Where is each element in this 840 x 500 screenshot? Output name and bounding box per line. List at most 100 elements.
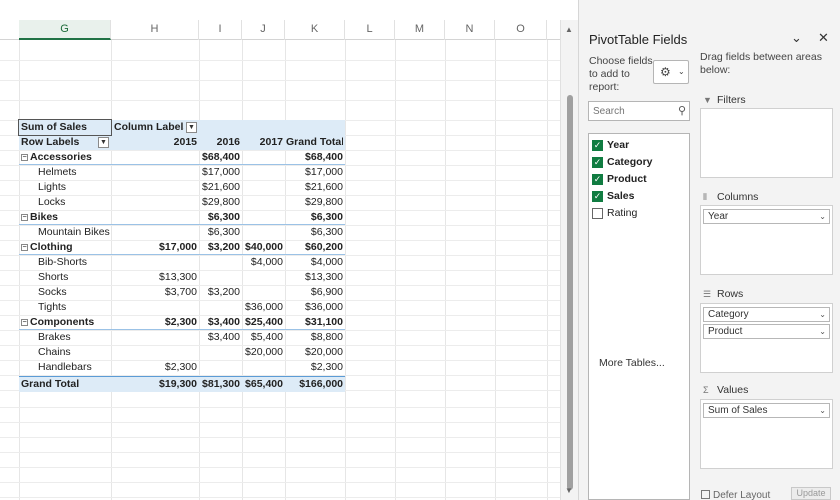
row-labels-filter-dropdown[interactable]: ▼ [98, 137, 109, 148]
value-2016 [200, 300, 240, 315]
sigma-icon: Σ [703, 385, 709, 395]
value-2015: $2,300 [164, 361, 197, 373]
unchecked-checkbox[interactable] [592, 208, 603, 219]
chevron-down-icon[interactable]: ⌄ [819, 210, 826, 223]
value-2015 [130, 165, 197, 180]
field-item-product[interactable]: ✓ Product [592, 172, 687, 187]
value-2017: $40,000 [245, 241, 283, 253]
pivot-product-row-label[interactable]: Handlebars [38, 360, 138, 375]
pivot-category-row-label[interactable]: − Bikes [21, 210, 121, 225]
chevron-down-icon[interactable]: ⌄ [819, 404, 826, 417]
column-header-row: G H I J K L M N O [0, 20, 560, 40]
value-2017: $4,000 [250, 256, 283, 268]
pivot-product-row-label[interactable]: Chains [38, 345, 138, 360]
more-tables-link[interactable]: More Tables... [599, 357, 665, 369]
pane-options-chevron-icon[interactable]: ⌄ [791, 30, 802, 46]
collapse-icon[interactable]: − [21, 244, 28, 251]
chevron-down-icon[interactable]: ⌄ [819, 325, 826, 338]
value-2016: $17,000 [202, 166, 240, 178]
value-grand-total: $2,300 [310, 361, 343, 373]
filters-drop-area[interactable] [700, 108, 833, 178]
close-icon[interactable]: ✕ [818, 30, 829, 46]
value-2017: $36,000 [245, 301, 283, 313]
pivot-values-field-label[interactable]: Sum of Sales [21, 120, 109, 135]
value-2017 [243, 210, 283, 225]
value-2015: $13,300 [159, 271, 197, 283]
pivot-product-row-label[interactable]: Shorts [38, 270, 138, 285]
pivot-category-row-label[interactable]: − Accessories [21, 150, 121, 165]
collapse-icon[interactable]: − [21, 154, 28, 161]
rows-item-product[interactable]: Product ⌄ [703, 324, 830, 339]
worksheet[interactable]: G H I J K L M N O Sum of Sales Column La… [0, 0, 560, 500]
column-header-g[interactable]: G [19, 20, 111, 40]
rows-drop-area[interactable]: Category ⌄ Product ⌄ [700, 303, 833, 373]
pivot-product-row-label[interactable]: Locks [38, 195, 138, 210]
pivot-category-row-label[interactable]: − Components [21, 315, 121, 330]
value-grand-total: $17,000 [305, 166, 343, 178]
pane-title: PivotTable Fields [589, 32, 688, 47]
value-2017 [243, 285, 283, 300]
grand-total-2016: $81,300 [202, 378, 240, 390]
field-label: Rating [607, 207, 638, 219]
formula-area-strip [0, 0, 560, 20]
defer-layout-option[interactable]: Defer Layout [701, 490, 770, 500]
field-label: Product [607, 173, 647, 185]
search-input[interactable] [593, 104, 673, 119]
checked-checkbox[interactable]: ✓ [592, 174, 603, 185]
column-header-i[interactable]: I [199, 20, 242, 40]
value-grand-total: $13,300 [305, 271, 343, 283]
value-grand-total: $4,000 [310, 256, 343, 268]
chevron-down-icon[interactable]: ⌄ [819, 308, 826, 321]
values-item-sum-of-sales[interactable]: Sum of Sales ⌄ [703, 403, 830, 418]
update-button[interactable]: Update [791, 487, 831, 500]
pivot-column-labels: Column Labels [114, 121, 184, 133]
column-header-o[interactable]: O [495, 20, 547, 40]
vertical-scrollbar[interactable]: ▲ ▼ [560, 20, 578, 500]
checked-checkbox[interactable]: ✓ [592, 191, 603, 202]
rows-item-category[interactable]: Category ⌄ [703, 307, 830, 322]
checked-checkbox[interactable]: ✓ [592, 157, 603, 168]
defer-layout-checkbox[interactable] [701, 490, 710, 499]
scroll-down-arrow-icon[interactable]: ▼ [565, 486, 573, 495]
scroll-up-arrow-icon[interactable]: ▲ [565, 25, 573, 34]
field-item-sales[interactable]: ✓ Sales [592, 189, 687, 204]
value-grand-total: $68,400 [305, 151, 343, 163]
field-item-category[interactable]: ✓ Category [592, 155, 687, 170]
field-list-settings-button[interactable]: ⚙ ⌄ [653, 60, 689, 84]
pivot-product-row-label[interactable]: Brakes [38, 330, 138, 345]
value-2015 [130, 150, 197, 165]
field-item-rating[interactable]: Rating [592, 206, 687, 221]
value-2015 [130, 300, 197, 315]
pivot-category-row-label[interactable]: − Clothing [21, 240, 121, 255]
grand-total-2017: $65,400 [245, 378, 283, 390]
column-header-n[interactable]: N [445, 20, 495, 40]
collapse-icon[interactable]: − [21, 319, 28, 326]
value-2017 [243, 165, 283, 180]
value-2015: $2,300 [164, 316, 197, 328]
field-label: Sales [607, 190, 635, 202]
collapse-icon[interactable]: − [21, 214, 28, 221]
pivot-product-row-label[interactable]: Mountain Bikes [38, 225, 138, 240]
values-drop-area[interactable]: Sum of Sales ⌄ [700, 399, 833, 469]
column-header-m[interactable]: M [395, 20, 445, 40]
pivot-product-row-label[interactable]: Helmets [38, 165, 138, 180]
columns-item-year[interactable]: Year ⌄ [703, 209, 830, 224]
columns-drop-area[interactable]: Year ⌄ [700, 205, 833, 275]
search-icon[interactable]: ⚲ [678, 104, 686, 117]
scrollbar-thumb[interactable] [567, 95, 573, 490]
pivot-product-row-label[interactable]: Tights [38, 300, 138, 315]
pivot-product-row-label[interactable]: Lights [38, 180, 138, 195]
pivot-product-row-label[interactable]: Socks [38, 285, 138, 300]
checked-checkbox[interactable]: ✓ [592, 140, 603, 151]
field-item-year[interactable]: ✓ Year [592, 138, 687, 153]
field-search-box[interactable]: ⚲ [588, 101, 690, 121]
value-2017 [243, 225, 283, 240]
column-header-l[interactable]: L [345, 20, 395, 40]
grand-total-2015: $19,300 [159, 378, 197, 390]
column-header-k[interactable]: K [285, 20, 345, 40]
column-labels-filter-dropdown[interactable]: ▼ [186, 122, 197, 133]
column-header-h[interactable]: H [111, 20, 199, 40]
column-header-j[interactable]: J [242, 20, 285, 40]
rows-area-label: ☰ Rows [703, 288, 744, 300]
pivot-product-row-label[interactable]: Bib-Shorts [38, 255, 138, 270]
